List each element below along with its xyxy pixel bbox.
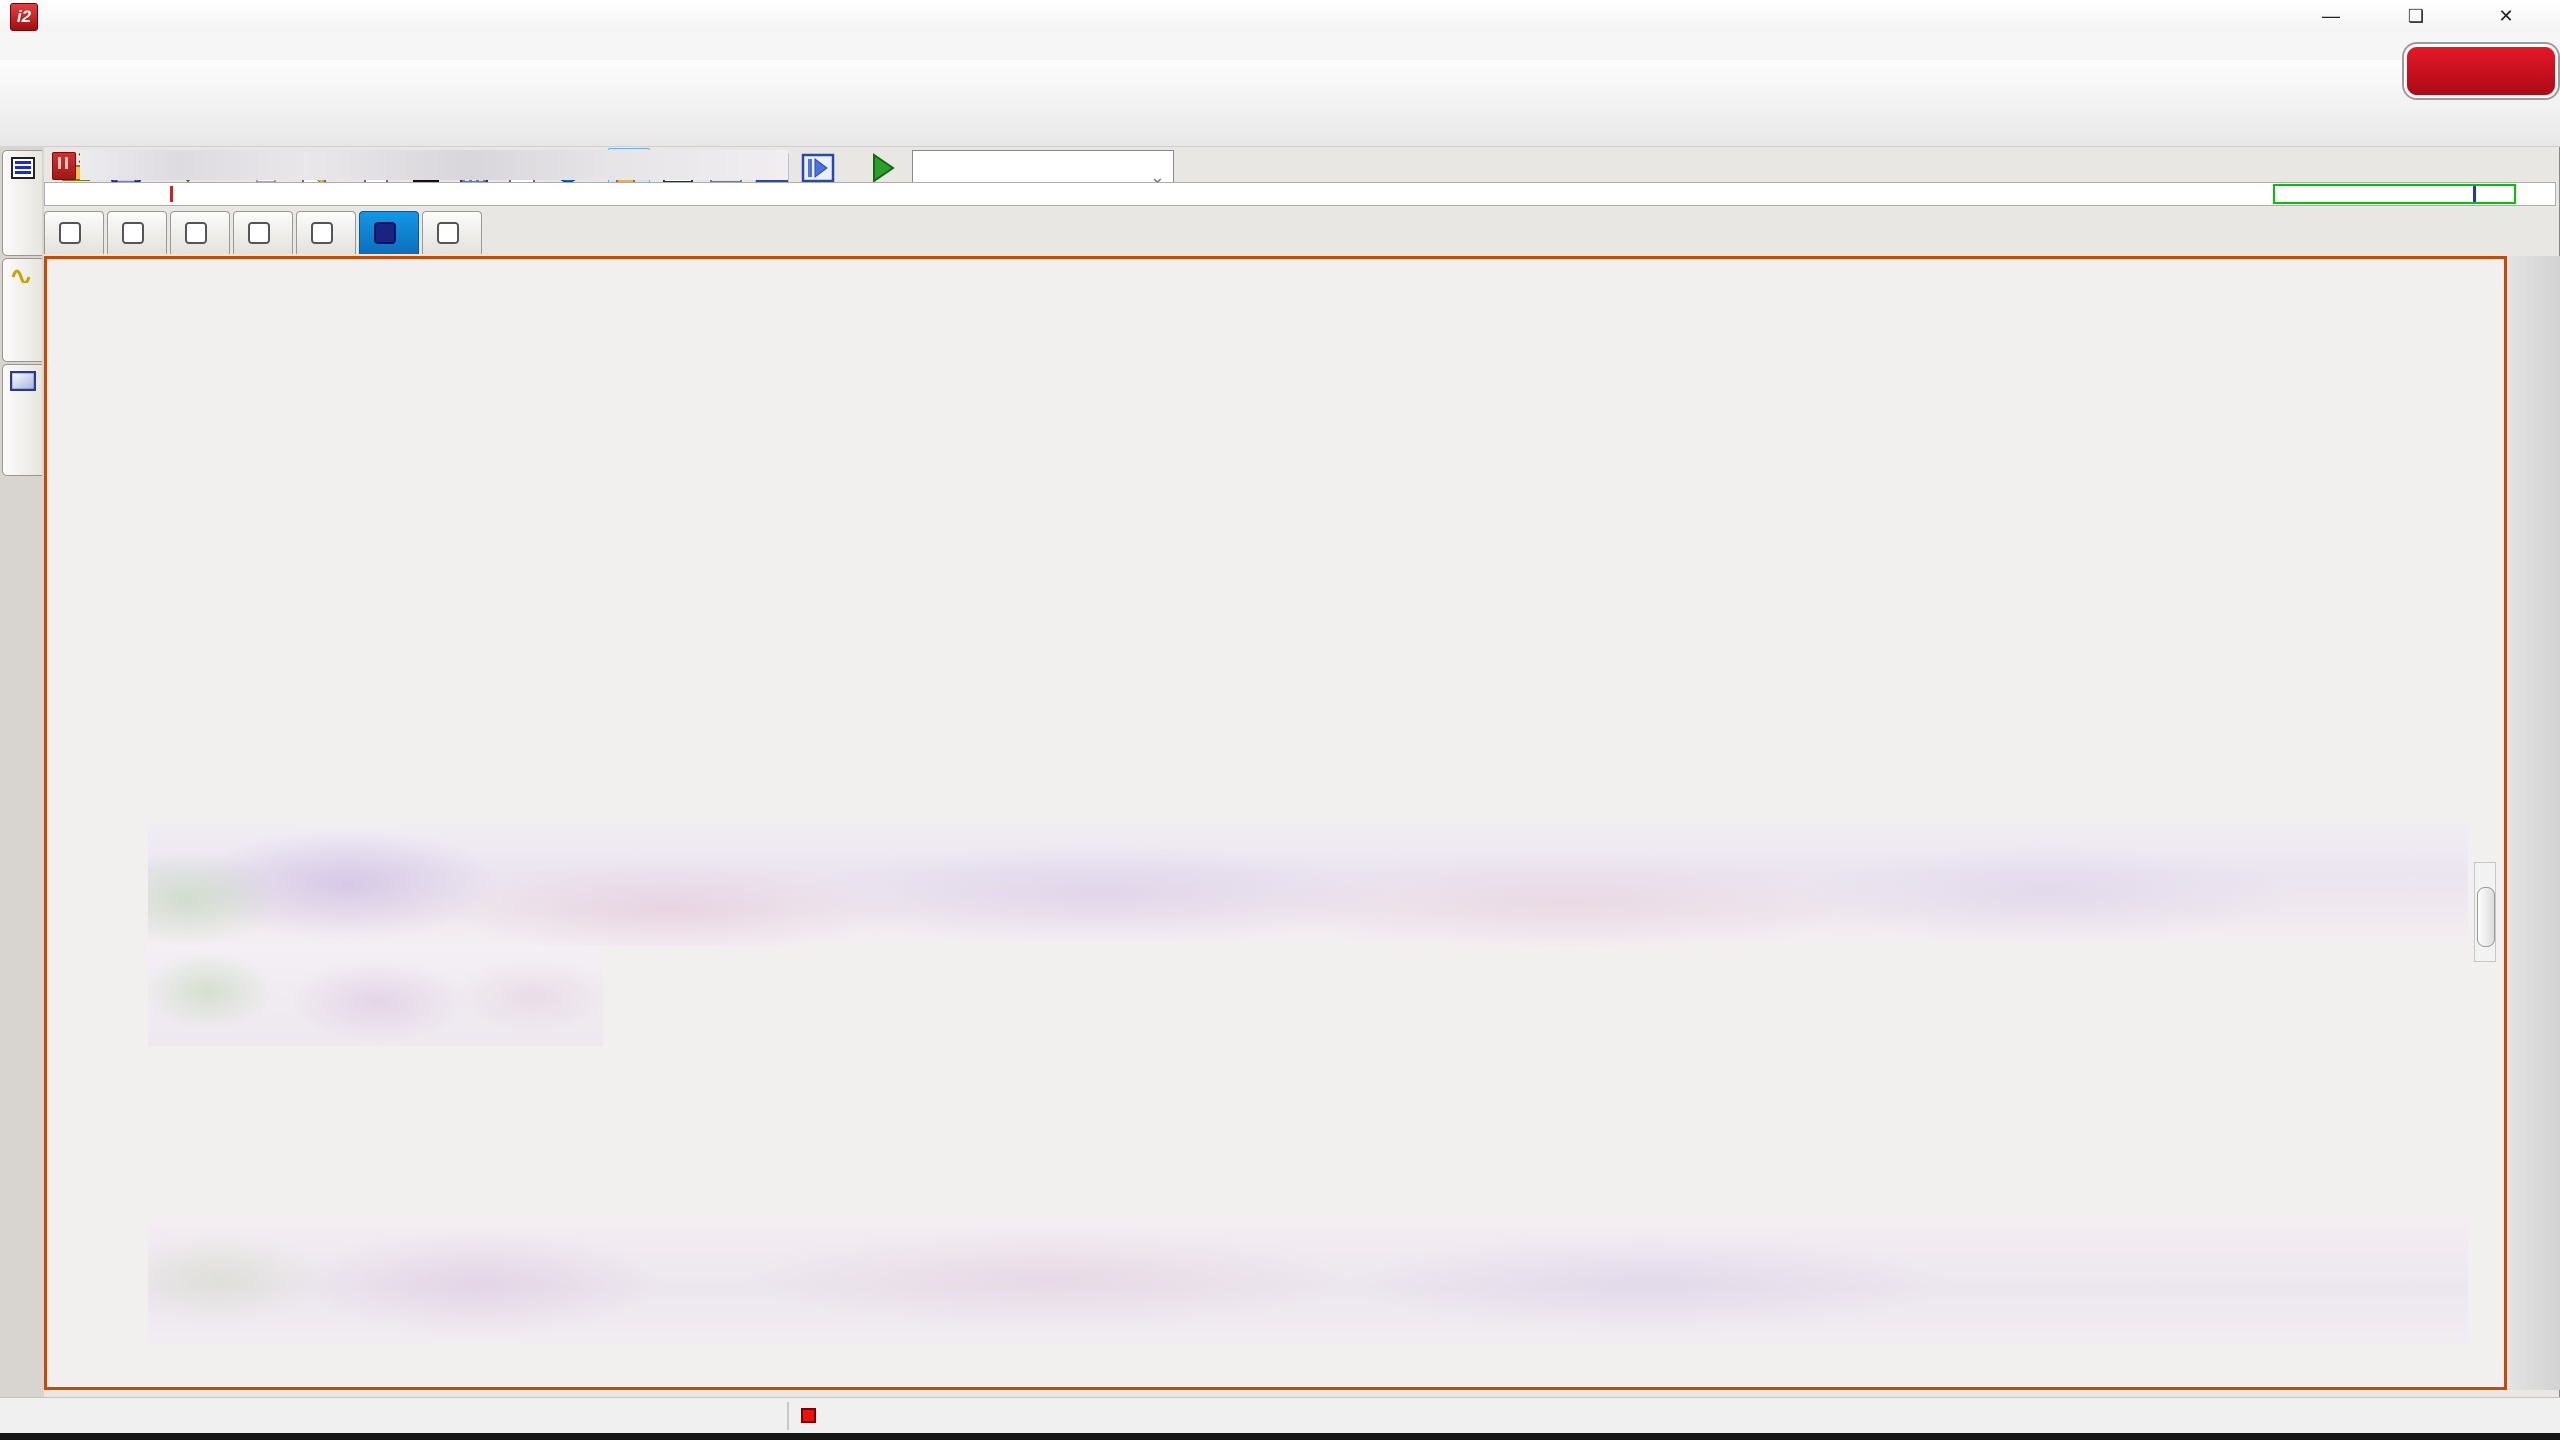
- blurred-channel-group: [148, 824, 2468, 946]
- left-dock-strip: [0, 146, 44, 1432]
- tab-rpm-histogram[interactable]: [233, 211, 293, 254]
- tab-spare2[interactable]: [422, 211, 482, 254]
- status-bar: [0, 1397, 2560, 1434]
- tab-spare1[interactable]: [359, 211, 419, 254]
- tab-number-badge: [311, 222, 333, 244]
- cursor-color-swatch: [801, 1408, 816, 1423]
- range-cursor-line: [2473, 186, 2476, 202]
- tab-fuel-ign[interactable]: [107, 211, 167, 254]
- dock-tab-data[interactable]: [2, 150, 42, 256]
- tab-number-badge: [248, 222, 270, 244]
- tab-number-badge: [122, 222, 144, 244]
- motec-logo: [2404, 44, 2558, 98]
- tab-number-badge: [437, 222, 459, 244]
- log-file-icon: [52, 152, 76, 180]
- worksheet-tab-row: [44, 208, 482, 254]
- application-window: i2 — ❏ ✕: [0, 0, 2560, 1440]
- minimize-button[interactable]: —: [2302, 0, 2360, 32]
- blurred-channel-legend: [148, 946, 603, 1046]
- view-range-indicator[interactable]: [2273, 184, 2516, 204]
- scrollbar-thumb[interactable]: [2477, 887, 2495, 947]
- window-bottom-edge: [0, 1433, 2560, 1440]
- tab-general[interactable]: [44, 211, 104, 254]
- lap-marker: [170, 186, 173, 202]
- play-icon: [865, 151, 899, 185]
- data-table-icon: [11, 157, 35, 179]
- tab-number-badge: [185, 222, 207, 244]
- tab-drive-by-wire[interactable]: [296, 211, 356, 254]
- timeline-bar[interactable]: [44, 182, 2556, 206]
- title-bar: i2 — ❏ ✕: [0, 0, 2560, 32]
- dock-tab-layout[interactable]: [2, 364, 42, 476]
- status-divider: [787, 1402, 789, 1430]
- restore-button[interactable]: ❏: [2387, 0, 2445, 32]
- close-button[interactable]: ✕: [2477, 0, 2535, 32]
- main-toolbar: ⌄: [0, 60, 2560, 147]
- blurred-worksheet-title: [80, 150, 788, 180]
- layout-window-icon: [10, 371, 36, 391]
- i2-app-icon: i2: [10, 3, 38, 31]
- next-lap-icon: [801, 151, 835, 185]
- dock-tab-channel[interactable]: [2, 258, 42, 362]
- tab-number-badge: [374, 222, 396, 244]
- tab-mixture-map[interactable]: [170, 211, 230, 254]
- zoom-tool-strip: [2508, 256, 2560, 1390]
- tab-number-badge: [59, 222, 81, 244]
- channel-wave-icon: [11, 265, 35, 283]
- blurred-bottom-group: [148, 1218, 2468, 1345]
- menu-bar: [0, 32, 2560, 60]
- vertical-scrollbar[interactable]: [2474, 862, 2496, 962]
